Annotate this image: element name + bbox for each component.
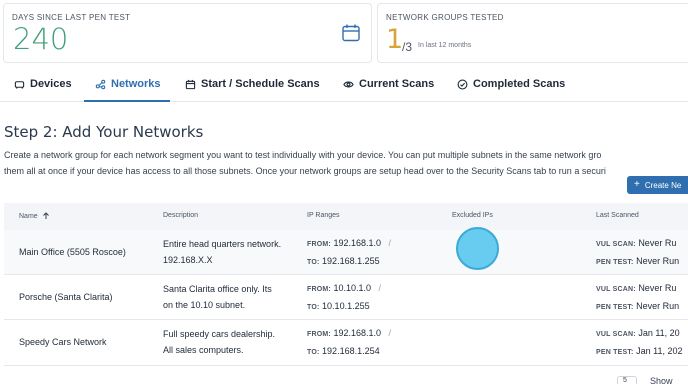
from-label: FROM: — [307, 286, 331, 293]
table-row[interactable]: Main Office (5505 Roscoe) Entire head qu… — [4, 230, 688, 275]
to-label: TO: — [307, 259, 320, 266]
ip-range-to: TO: 10.10.1.255 — [307, 301, 370, 311]
network-description-line-2: All sales computers. — [163, 345, 244, 355]
network-description-line-1: Entire head quarters network. — [163, 239, 282, 249]
pen-test-label: PEN TEST: — [596, 259, 634, 266]
tab-bar: Devices Networks Start / Schedule Scans … — [0, 70, 688, 102]
step-description-line-2: them all at once if your device has acce… — [4, 166, 606, 176]
vul-scan-value: Never Ru — [638, 238, 677, 248]
network-description-line-2: 192.168.X.X — [163, 255, 213, 265]
network-description-line-1: Santa Clarita office only. Its — [163, 284, 272, 294]
to-label: TO: — [307, 349, 320, 356]
network-name: Main Office (5505 Roscoe) — [19, 247, 126, 257]
click-indicator — [456, 227, 499, 270]
tab-start-schedule-scans-label: Start / Schedule Scans — [201, 78, 320, 90]
networks-period: In last 12 months — [418, 42, 472, 49]
pen-test-status: PEN TEST: Never Run — [596, 301, 679, 311]
calendar-icon — [342, 24, 360, 42]
ip-to-value: 192.168.1.254 — [322, 346, 380, 356]
networks-tested-label: NETWORK GROUPS TESTED — [386, 13, 504, 22]
from-label: FROM: — [307, 331, 331, 338]
column-header-description: Description — [163, 212, 199, 219]
pen-test-card: DAYS SINCE LAST PEN TEST 240 — [3, 3, 372, 63]
eye-icon — [343, 81, 354, 87]
pen-test-status: PEN TEST: Never Run — [596, 256, 679, 266]
tab-networks-label: Networks — [111, 78, 161, 90]
vul-scan-label: VUL SCAN: — [596, 241, 636, 248]
ip-range-to: TO: 192.168.1.255 — [307, 256, 380, 266]
network-icon — [95, 79, 106, 89]
pen-test-status: PEN TEST: Jan 11, 202 — [596, 346, 682, 356]
networks-tested-card: NETWORK GROUPS TESTED 1 /3 In last 12 mo… — [377, 3, 688, 63]
active-tab-indicator — [84, 100, 170, 102]
page-title: Step 2: Add Your Networks — [4, 123, 204, 141]
tab-completed-scans[interactable]: Completed Scans — [457, 78, 565, 90]
tab-devices-label: Devices — [30, 78, 72, 90]
table-row[interactable]: Porsche (Santa Clarita) Santa Clarita of… — [4, 275, 688, 320]
table-header: Name Description IP Ranges Excluded IPs … — [4, 203, 688, 230]
ip-from-value: 10.10.1.0 — [333, 283, 372, 293]
network-description-line-2: on the 10.10 subnet. — [163, 300, 246, 310]
sort-ascending-icon — [42, 212, 49, 219]
ip-range-from: FROM: 192.168.1.0 / — [307, 328, 391, 338]
column-header-excluded-ips: Excluded IPs — [452, 212, 493, 219]
plus-icon: + — [634, 179, 640, 190]
range-separator: / — [388, 238, 392, 248]
vul-scan-status: VUL SCAN: Never Ru — [596, 238, 676, 248]
table-row[interactable]: Speedy Cars Network Full speedy cars dea… — [4, 320, 688, 366]
tab-current-scans[interactable]: Current Scans — [343, 78, 434, 90]
pen-test-value: Jan 11, 202 — [636, 346, 683, 356]
vul-scan-status: VUL SCAN: Never Ru — [596, 283, 676, 293]
vul-scan-status: VUL SCAN: Jan 11, 20 — [596, 328, 680, 338]
ip-range-from: FROM: 10.10.1.0 / — [307, 283, 381, 293]
calendar-icon — [185, 79, 196, 89]
column-header-name[interactable]: Name — [19, 212, 50, 220]
ip-range-to: TO: 192.168.1.254 — [307, 346, 380, 356]
ip-to-value: 192.168.1.255 — [322, 256, 380, 266]
pen-test-label: PEN TEST: — [596, 304, 634, 311]
pen-test-label: PEN TEST: — [596, 349, 634, 356]
vul-scan-value: Jan 11, 20 — [638, 328, 680, 338]
pager-show-label: Show — [650, 376, 673, 384]
column-name-label: Name — [19, 212, 38, 220]
create-network-label: Create Ne — [644, 180, 682, 190]
range-separator: / — [378, 283, 382, 293]
from-label: FROM: — [307, 241, 331, 248]
vul-scan-label: VUL SCAN: — [596, 286, 636, 293]
page-size-select[interactable]: 5 — [617, 376, 637, 384]
pen-test-label: DAYS SINCE LAST PEN TEST — [12, 13, 131, 22]
ip-from-value: 192.168.1.0 — [333, 328, 382, 338]
pen-test-value: Never Run — [636, 256, 680, 266]
vul-scan-value: Never Ru — [638, 283, 677, 293]
tab-devices[interactable]: Devices — [14, 78, 72, 90]
network-name: Porsche (Santa Clarita) — [19, 292, 113, 302]
pen-test-value: Never Run — [636, 301, 680, 311]
step-description: Create a network group for each network … — [4, 147, 688, 179]
range-separator: / — [388, 328, 392, 338]
check-circle-icon — [457, 79, 468, 89]
devices-icon — [14, 80, 25, 89]
step-description-line-1: Create a network group for each network … — [4, 150, 602, 160]
tab-start-schedule-scans[interactable]: Start / Schedule Scans — [185, 78, 320, 90]
column-header-last-scanned: Last Scanned — [596, 212, 639, 219]
create-network-button[interactable]: + Create Ne — [627, 176, 688, 194]
network-name: Speedy Cars Network — [19, 337, 107, 347]
tab-networks[interactable]: Networks — [95, 78, 161, 90]
networks-tested-value: 1 — [386, 24, 404, 55]
column-header-ip-ranges: IP Ranges — [307, 212, 340, 219]
ip-range-from: FROM: 192.168.1.0 / — [307, 238, 391, 248]
vul-scan-label: VUL SCAN: — [596, 331, 636, 338]
tab-current-scans-label: Current Scans — [359, 78, 435, 90]
to-label: TO: — [307, 304, 320, 311]
pen-test-days-value: 240 — [13, 22, 69, 56]
network-description-line-1: Full speedy cars dealership. — [163, 329, 276, 339]
ip-from-value: 192.168.1.0 — [333, 238, 382, 248]
ip-to-value: 10.10.1.255 — [322, 301, 370, 311]
networks-total: /3 — [402, 40, 413, 54]
tab-completed-scans-label: Completed Scans — [473, 78, 566, 90]
